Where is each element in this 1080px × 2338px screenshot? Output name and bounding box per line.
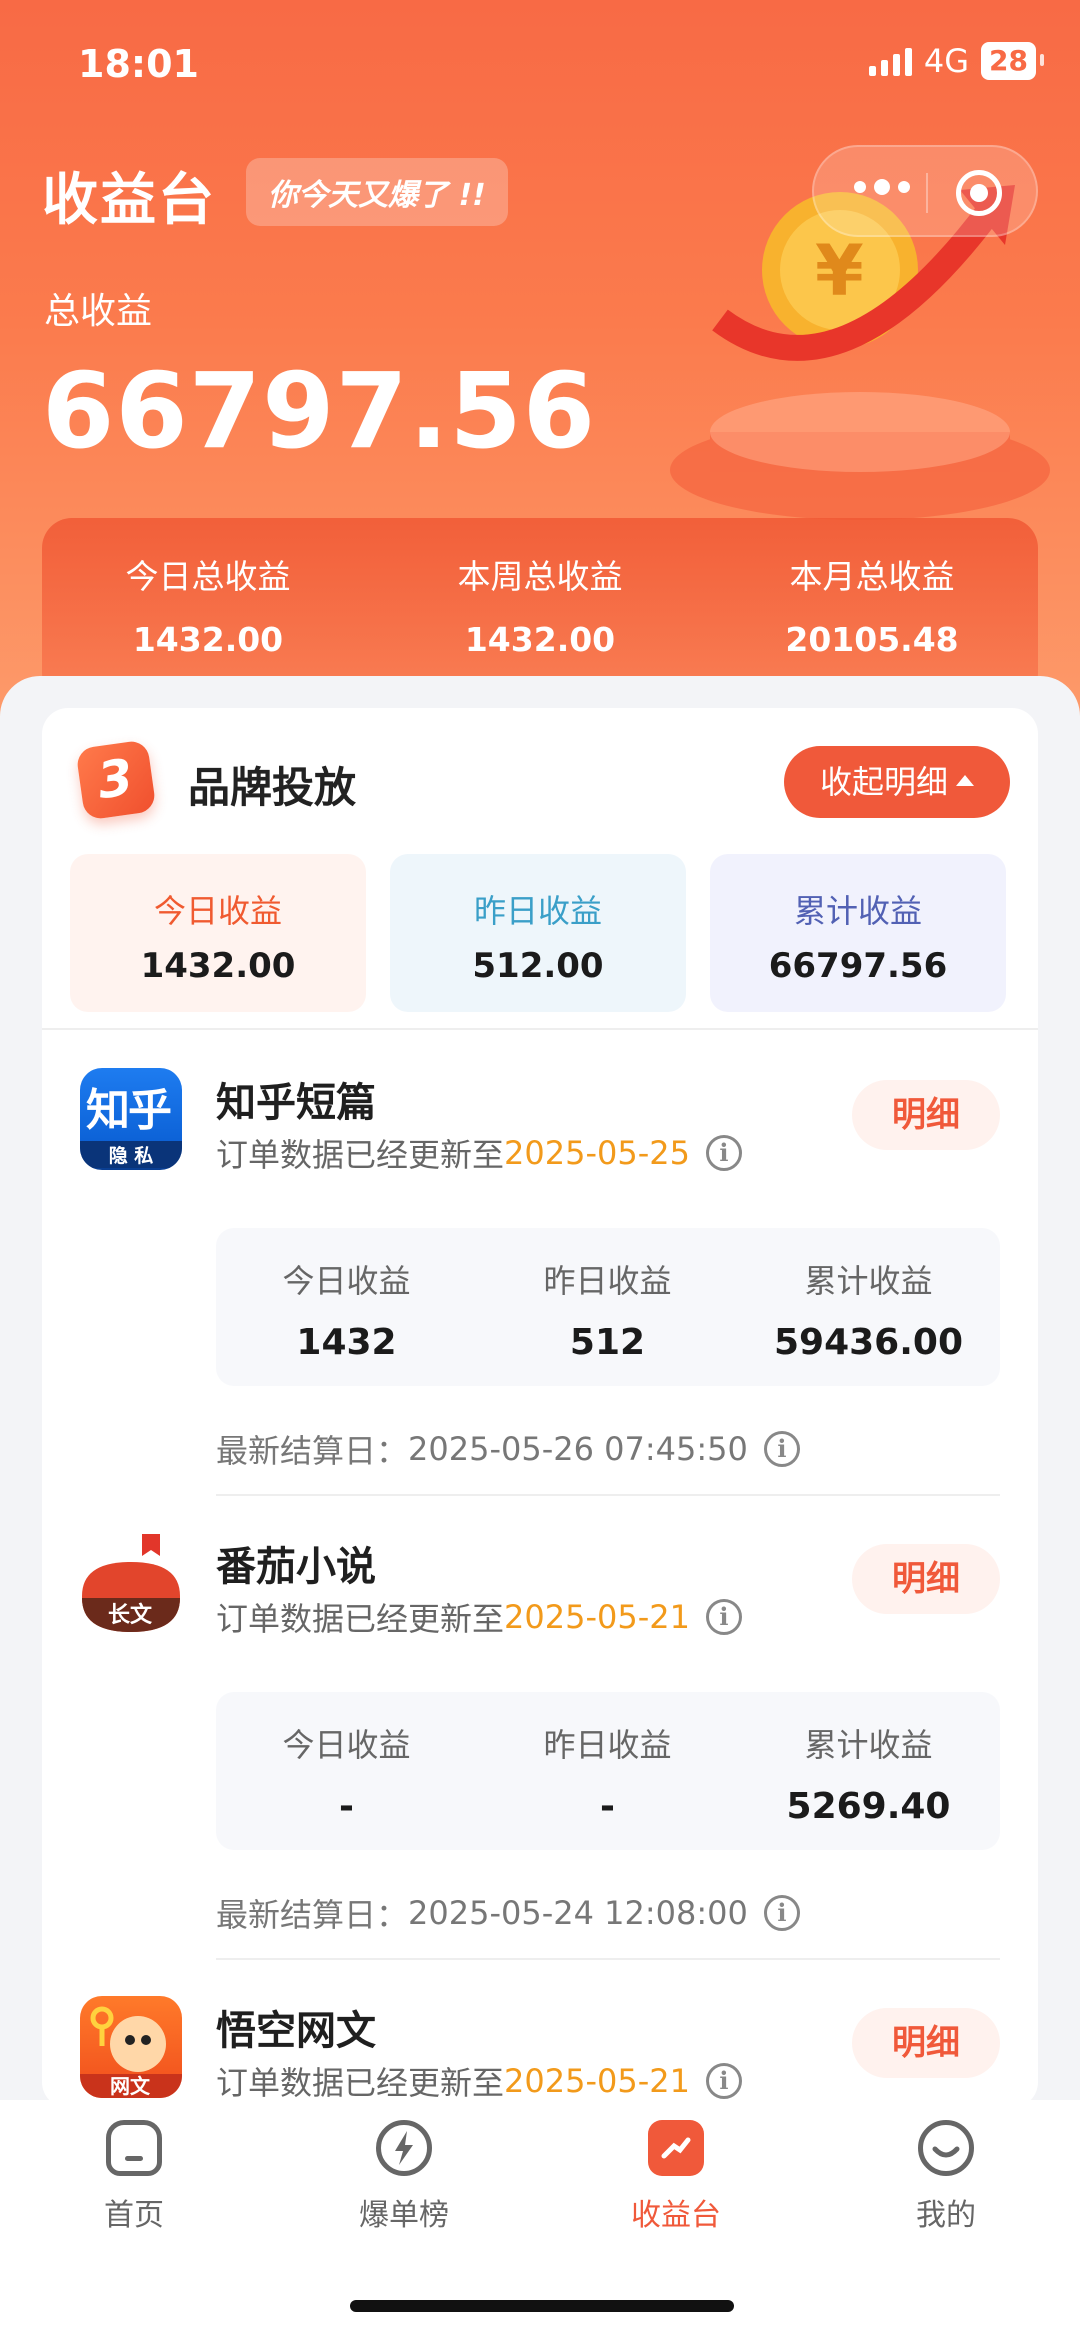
mini-program-capsule: [812, 145, 1038, 237]
tile-yesterday: 昨日收益 512.00: [390, 854, 686, 1012]
profile-icon: [918, 2120, 974, 2176]
brand-stats: 今日收益 1432.00 昨日收益 512.00 累计收益 66797.56: [70, 854, 1014, 1012]
wukong-logo-icon: 网文: [80, 1996, 182, 2098]
status-time: 18:01: [78, 42, 199, 86]
battery-icon: 28: [981, 42, 1044, 80]
product-stats: 今日收益 - 昨日收益 - 累计收益 5269.40: [216, 1692, 1000, 1850]
detail-button[interactable]: 明细: [852, 1080, 1000, 1150]
today-summary: 今日总收益 1432.00: [125, 557, 291, 659]
brand-header: 品牌投放 收起明细: [42, 708, 1038, 858]
close-mini-program-icon[interactable]: [956, 170, 1002, 216]
svg-text:¥: ¥: [815, 230, 864, 312]
page-title: 收益台: [42, 168, 216, 233]
info-icon[interactable]: i: [705, 2063, 742, 2099]
update-info: 订单数据已经更新至 2025-05-25 i: [216, 1130, 742, 1176]
tile-cumulative: 累计收益 66797.56: [710, 854, 1006, 1012]
caret-up-icon: [956, 774, 974, 786]
month-summary: 本月总收益 20105.48: [785, 557, 959, 659]
product-name: 悟空网文: [216, 2008, 376, 2054]
svg-text:长文: 长文: [108, 1602, 153, 1628]
more-icon[interactable]: [854, 179, 910, 195]
total-earnings-label: 总收益: [44, 291, 153, 332]
info-icon[interactable]: i: [705, 1135, 742, 1171]
product-name: 知乎短篇: [216, 1080, 376, 1126]
product-item: 网文 悟空网文 订单数据已经更新至 2025-05-21 i 明细: [42, 1958, 1038, 2108]
week-summary: 本周总收益 1432.00: [457, 557, 623, 659]
lightning-icon: [376, 2120, 432, 2176]
tile-today: 今日收益 1432.00: [70, 854, 366, 1012]
info-icon[interactable]: i: [763, 1895, 800, 1931]
tab-home[interactable]: 首页: [54, 2120, 214, 2234]
product-item: 长文 番茄小说 订单数据已经更新至 2025-05-21 i 明细 今日收益 - 昨…: [42, 1494, 1038, 1960]
settlement-info: 最新结算日： 2025-05-26 07:45:50 i: [216, 1426, 800, 1472]
brand-card: 品牌投放 收起明细 今日收益 1432.00 昨日收益 512.00 累计收益 …: [42, 708, 1038, 2108]
detail-button[interactable]: 明细: [852, 2008, 1000, 2078]
info-icon[interactable]: i: [705, 1599, 742, 1635]
collapse-details-button[interactable]: 收起明细: [783, 746, 1010, 818]
product-stats: 今日收益 1432 昨日收益 512 累计收益 59436.00: [216, 1228, 1000, 1386]
home-icon: [106, 2120, 162, 2176]
brand-logo-icon: [75, 739, 157, 821]
info-icon[interactable]: i: [763, 1431, 800, 1467]
brand-name: 品牌投放: [188, 763, 357, 812]
promo-tag: 你今天又爆了 !!: [246, 158, 508, 226]
settlement-info: 最新结算日： 2025-05-24 12:08:00 i: [216, 1890, 800, 1936]
update-info: 订单数据已经更新至 2025-05-21 i: [216, 2058, 742, 2104]
signal-icon: [868, 46, 912, 76]
home-indicator: [350, 2300, 734, 2312]
status-bar: 18:01 4G 28: [0, 42, 1080, 92]
product-name: 番茄小说: [216, 1544, 376, 1590]
tab-profile[interactable]: 我的: [866, 2120, 1026, 2234]
tab-hot-list[interactable]: 爆单榜: [324, 2120, 484, 2234]
total-earnings-value: 66797.56: [42, 350, 597, 472]
svg-text:网文: 网文: [110, 2074, 151, 2098]
update-info: 订单数据已经更新至 2025-05-21 i: [216, 1594, 742, 1640]
detail-button[interactable]: 明细: [852, 1544, 1000, 1614]
network-type: 4G: [923, 42, 970, 80]
zhihu-logo-icon: 知乎 隐 私: [80, 1068, 182, 1170]
earnings-icon: [648, 2120, 704, 2176]
product-item: 知乎 隐 私 知乎短篇 订单数据已经更新至 2025-05-25 i 明细 今日收…: [42, 1030, 1038, 1496]
hero-banner: 18:01 4G 28 收益台 你今天又爆了 !! ¥ 总收益 66797.56…: [0, 0, 1080, 720]
tab-earnings[interactable]: 收益台: [596, 2120, 756, 2234]
fanqie-logo-icon: 长文: [80, 1532, 182, 1634]
